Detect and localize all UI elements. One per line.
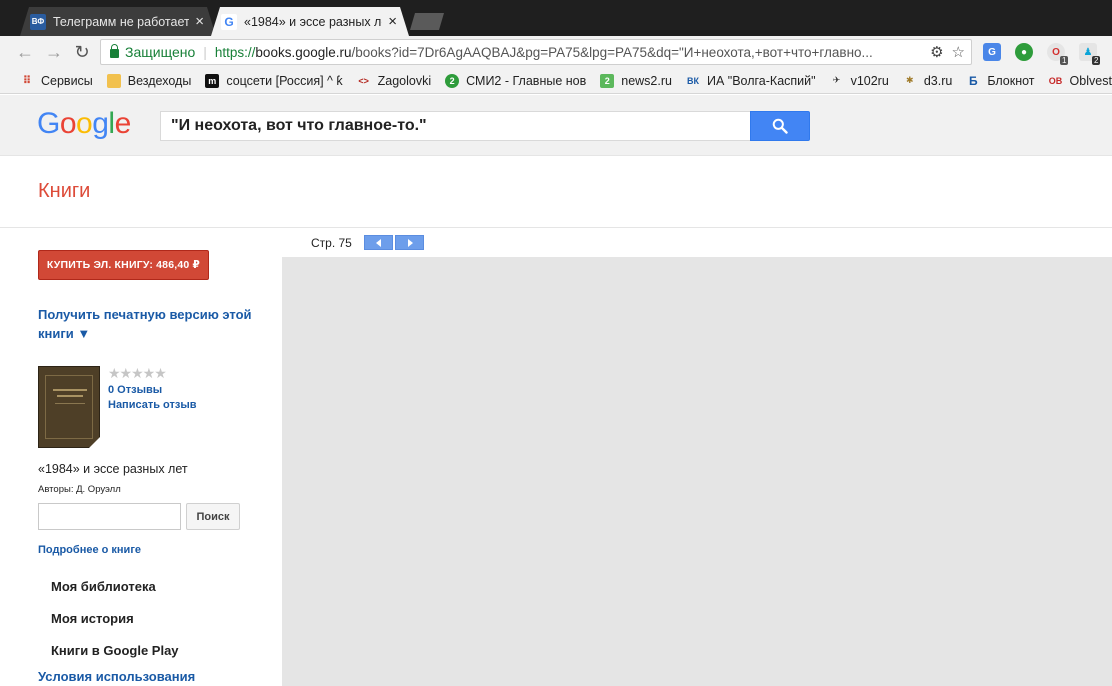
book-page-viewer[interactable] [282, 258, 1112, 686]
url-host: books.google.ru [255, 44, 352, 60]
close-tab-icon[interactable]: × [388, 14, 397, 29]
google-header: Google [0, 95, 1112, 156]
vk-icon: ВК [686, 75, 699, 86]
get-print-version-link[interactable]: Получить печатную версию этой книги ▼ [38, 305, 268, 343]
green-circle-extension-icon[interactable]: ● [1015, 43, 1033, 61]
bookmark-label: Oblvesti [1069, 73, 1112, 88]
search-button[interactable] [750, 111, 810, 141]
write-review-link[interactable]: Написать отзыв [108, 399, 197, 411]
translate-extension-icon[interactable]: G [983, 43, 1001, 61]
previous-page-button[interactable] [364, 235, 393, 250]
smi2-icon: 2 [445, 73, 460, 88]
nav-my-history[interactable]: Моя история [51, 611, 134, 626]
book-authors: Авторы: Д. Оруэлл [38, 484, 121, 495]
forward-arrow-icon[interactable]: → [43, 41, 65, 63]
extension-badge: 1 [1060, 56, 1069, 65]
bird-icon: ✈ [832, 75, 841, 85]
new-tab-button[interactable] [410, 13, 444, 30]
ob-icon: OB [1048, 75, 1063, 86]
reload-icon[interactable]: ↻ [71, 41, 93, 63]
bookmark-label: v102ru [850, 73, 889, 88]
bookmark-folder-vezdehody[interactable]: Вездеходы [106, 73, 192, 88]
google-favicon-icon: G [221, 14, 237, 30]
nav-books-google-play[interactable]: Книги в Google Play [51, 643, 179, 658]
book-title: «1984» и эссе разных лет [38, 462, 188, 476]
bookmark-bloknot[interactable]: Б Блокнот [966, 73, 1035, 88]
browser-tab-google-books[interactable]: G «1984» и эссе разных ле × [211, 7, 409, 36]
bookmarks-bar: ⠿ Сервисы Вездеходы m соцсети [Россия] ^… [0, 68, 1112, 94]
lock-icon [110, 43, 119, 58]
browser-tabstrip: ВФ Телеграмм не работает × G «1984» и эс… [0, 0, 1112, 36]
bookmark-label: Сервисы [41, 73, 93, 88]
bookmark-label: d3.ru [923, 73, 953, 88]
bookmark-smi2[interactable]: 2 СМИ2 - Главные нов [445, 73, 587, 88]
page-navigation-bar: Стр. 75 [282, 229, 1112, 258]
bookmark-d3[interactable]: ✱ d3.ru [903, 73, 953, 88]
d3-icon: ✱ [906, 75, 914, 85]
address-bar[interactable]: Защищено | https://books.google.ru/books… [100, 39, 972, 65]
tab-title: Телеграмм не работает [53, 14, 190, 29]
back-arrow-icon[interactable]: ← [14, 41, 36, 63]
url-scheme: https:// [214, 44, 256, 60]
bookmark-volga-kaspiy[interactable]: ВК ИА "Волга-Каспий" [686, 74, 816, 88]
bookmark-label: СМИ2 - Главные нов [466, 73, 587, 88]
more-about-book-link[interactable]: Подробнее о книге [38, 544, 141, 556]
divider: | [203, 44, 207, 60]
next-page-button[interactable] [395, 235, 424, 250]
search-in-book-button[interactable]: Поиск [186, 503, 240, 530]
bookmark-label: Zagolovki [377, 73, 432, 88]
buy-ebook-button[interactable]: КУПИТЬ ЭЛ. КНИГУ: 486,40 ₽ [38, 250, 209, 280]
browser-toolbar: ← → ↻ Защищено | https://books.google.ru… [0, 36, 1112, 68]
blocked-popup-icon[interactable]: ⚙ [930, 43, 943, 61]
google-logo[interactable]: Google [37, 107, 131, 141]
close-tab-icon[interactable]: × [195, 14, 204, 29]
url-text[interactable]: https://books.google.ru/books?id=7Dr6AgA… [215, 45, 922, 60]
books-section-bar: Книги [0, 156, 1112, 228]
arrow-left-icon [375, 238, 381, 247]
page-number-label: Стр. 75 [311, 236, 352, 250]
bookmark-star-icon[interactable]: ☆ [952, 43, 965, 61]
rating-stars: ★★★★★ [108, 365, 167, 381]
tab-title: «1984» и эссе разных ле [244, 14, 383, 29]
reviews-count-link[interactable]: 0 Отзывы [108, 384, 162, 396]
bookmark-zagolovki[interactable]: <> Zagolovki [357, 73, 432, 88]
secure-label: Защищено [125, 44, 196, 60]
search-input[interactable] [160, 111, 752, 141]
bookmark-socseti[interactable]: m соцсети [Россия] ^ ƙ [205, 73, 343, 88]
bookmark-v102ru[interactable]: ✈ v102ru [830, 74, 889, 88]
book-sidebar: КУПИТЬ ЭЛ. КНИГУ: 486,40 ₽ Получить печа… [0, 229, 282, 686]
code-icon: <> [358, 75, 369, 86]
bookmark-oblvesti[interactable]: OB Oblvesti [1049, 74, 1112, 88]
vf-favicon-icon: ВФ [30, 14, 46, 30]
bookmark-label: news2.ru [621, 73, 672, 88]
url-path: /books?id=7Dr6AgAAQBAJ&pg=PA75&lpg=PA75&… [351, 44, 873, 60]
search-icon [772, 118, 788, 134]
terms-of-use-link[interactable]: Условия использования [38, 669, 195, 684]
bookmark-label: соцсети [Россия] ^ ƙ [226, 73, 343, 88]
m-icon: m [205, 73, 220, 88]
bookmark-label: Вездеходы [127, 73, 192, 88]
bookmark-services[interactable]: ⠿ Сервисы [20, 74, 93, 88]
news2-icon: 2 [600, 73, 615, 88]
book-cover-thumbnail[interactable] [38, 366, 100, 448]
b-icon: Б [969, 73, 978, 88]
apps-grid-icon: ⠿ [22, 75, 32, 87]
nav-my-library[interactable]: Моя библиотека [51, 579, 156, 594]
search-in-book-input[interactable] [38, 503, 181, 530]
folder-icon [106, 73, 121, 88]
bookmark-label: Блокнот [987, 73, 1035, 88]
section-title[interactable]: Книги [38, 180, 90, 203]
arrow-right-icon [407, 238, 413, 247]
page-curl-icon [89, 437, 100, 448]
bookmark-label: ИА "Волга-Каспий" [706, 73, 816, 88]
browser-tab-telegram[interactable]: ВФ Телеграмм не работает × [20, 7, 216, 36]
extension-badge: 2 [1092, 56, 1101, 65]
bookmark-news2[interactable]: 2 news2.ru [600, 73, 672, 88]
